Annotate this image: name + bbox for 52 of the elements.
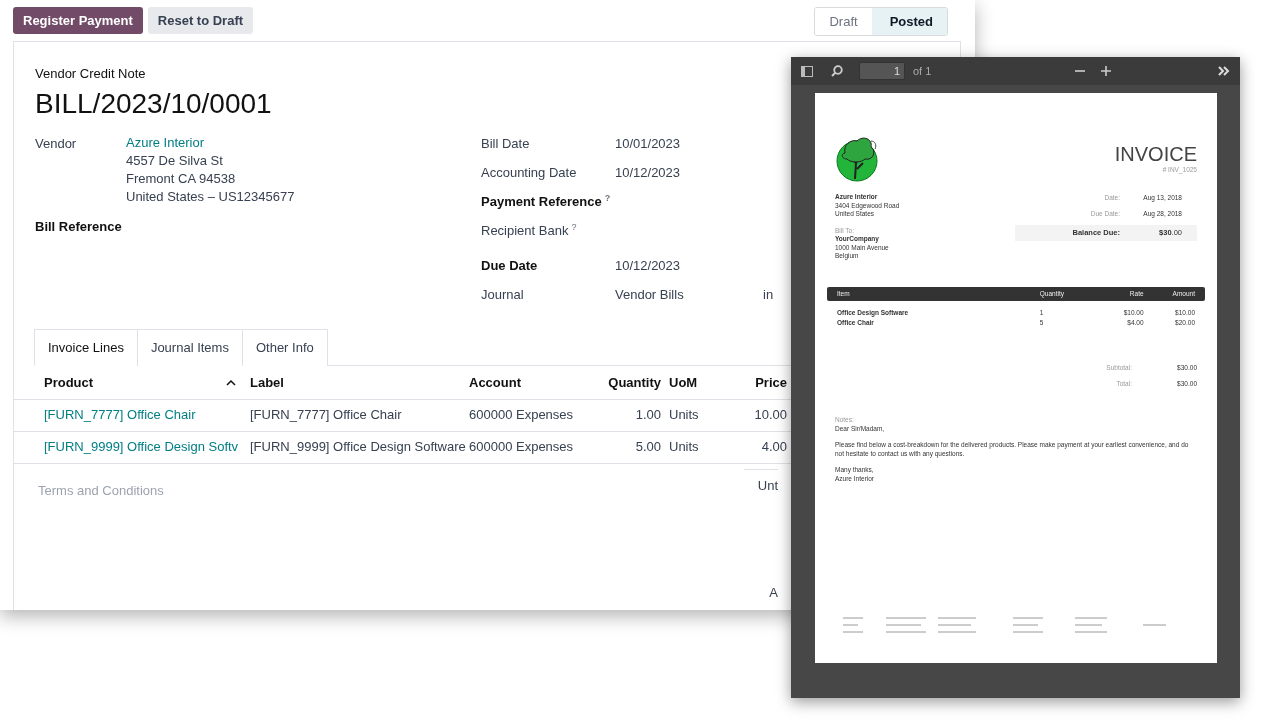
column-header[interactable]: Account xyxy=(465,366,589,399)
column-header[interactable]: UoM xyxy=(665,366,738,399)
sidebar-toggle-icon[interactable] xyxy=(801,65,813,77)
table-cell: 600000 Expenses xyxy=(465,431,589,463)
address-line: 4557 De Silva St xyxy=(126,151,224,170)
document-type-label: Vendor Credit Note xyxy=(35,65,146,83)
field-label: Vendor xyxy=(35,134,78,153)
help-mark[interactable]: ? xyxy=(604,192,611,203)
field-label: Bill Date xyxy=(481,134,531,153)
product-link[interactable]: [FURN_9999] Office Design Softv xyxy=(14,431,246,463)
table-cell: Units xyxy=(665,399,738,431)
address-line: Fremont CA 94538 xyxy=(126,169,237,188)
status-step[interactable]: Posted xyxy=(871,8,947,35)
register-payment-button[interactable]: Register Payment xyxy=(13,7,143,34)
field-label: Bill Reference xyxy=(35,217,123,236)
table-cell: 600000 Expenses xyxy=(465,399,589,431)
tab[interactable]: Invoice Lines xyxy=(34,328,138,366)
table-cell: 1.00 xyxy=(589,399,665,431)
address-line: United States – US12345677 xyxy=(126,187,295,206)
column-header[interactable]: Product xyxy=(44,372,94,392)
sort-caret-icon[interactable] xyxy=(226,378,236,386)
table-cell: [FURN_9999] Office Design Software xyxy=(246,431,465,463)
column-header[interactable]: Label xyxy=(246,366,465,399)
field-value: Vendor Bills xyxy=(615,285,685,304)
field-value: 10/12/2023 xyxy=(615,256,682,275)
product-link[interactable]: [FURN_7777] Office Chair xyxy=(14,399,246,431)
zoom-in-icon[interactable] xyxy=(1101,66,1112,76)
vendor-link[interactable]: Azure Interior xyxy=(126,134,205,150)
table-cell: Units xyxy=(665,431,738,463)
tab[interactable]: Journal Items xyxy=(136,328,243,366)
field-value: in xyxy=(763,285,774,304)
document-title: BILL/2023/10/0001 xyxy=(35,86,273,121)
total-label: Unt xyxy=(756,476,778,495)
column-header[interactable]: Quantity xyxy=(589,366,665,399)
field-label: Due Date xyxy=(481,256,539,275)
page-count: of 1 xyxy=(913,63,932,79)
double-chevron-icon[interactable] xyxy=(1218,66,1230,76)
field-label: Accounting Date xyxy=(481,163,578,182)
tab[interactable]: Other Info xyxy=(241,328,328,366)
field-value: 10/12/2023 xyxy=(615,163,682,182)
field-value: 10/01/2023 xyxy=(615,134,682,153)
page-number-field[interactable]: 1 xyxy=(859,62,905,80)
search-icon[interactable] xyxy=(831,65,843,77)
reset-to-draft-button[interactable]: Reset to Draft xyxy=(147,7,254,34)
table-cell: [FURN_7777] Office Chair xyxy=(246,399,465,431)
field-label: Payment Reference xyxy=(481,193,602,209)
total-label: A xyxy=(769,584,778,602)
table-cell: 5.00 xyxy=(589,431,665,463)
field-label: Journal xyxy=(481,285,525,304)
invoice-title: INVOICE xyxy=(1114,143,1197,165)
field-label: Recipient Bank xyxy=(481,222,569,238)
help-mark[interactable]: ? xyxy=(571,221,577,232)
